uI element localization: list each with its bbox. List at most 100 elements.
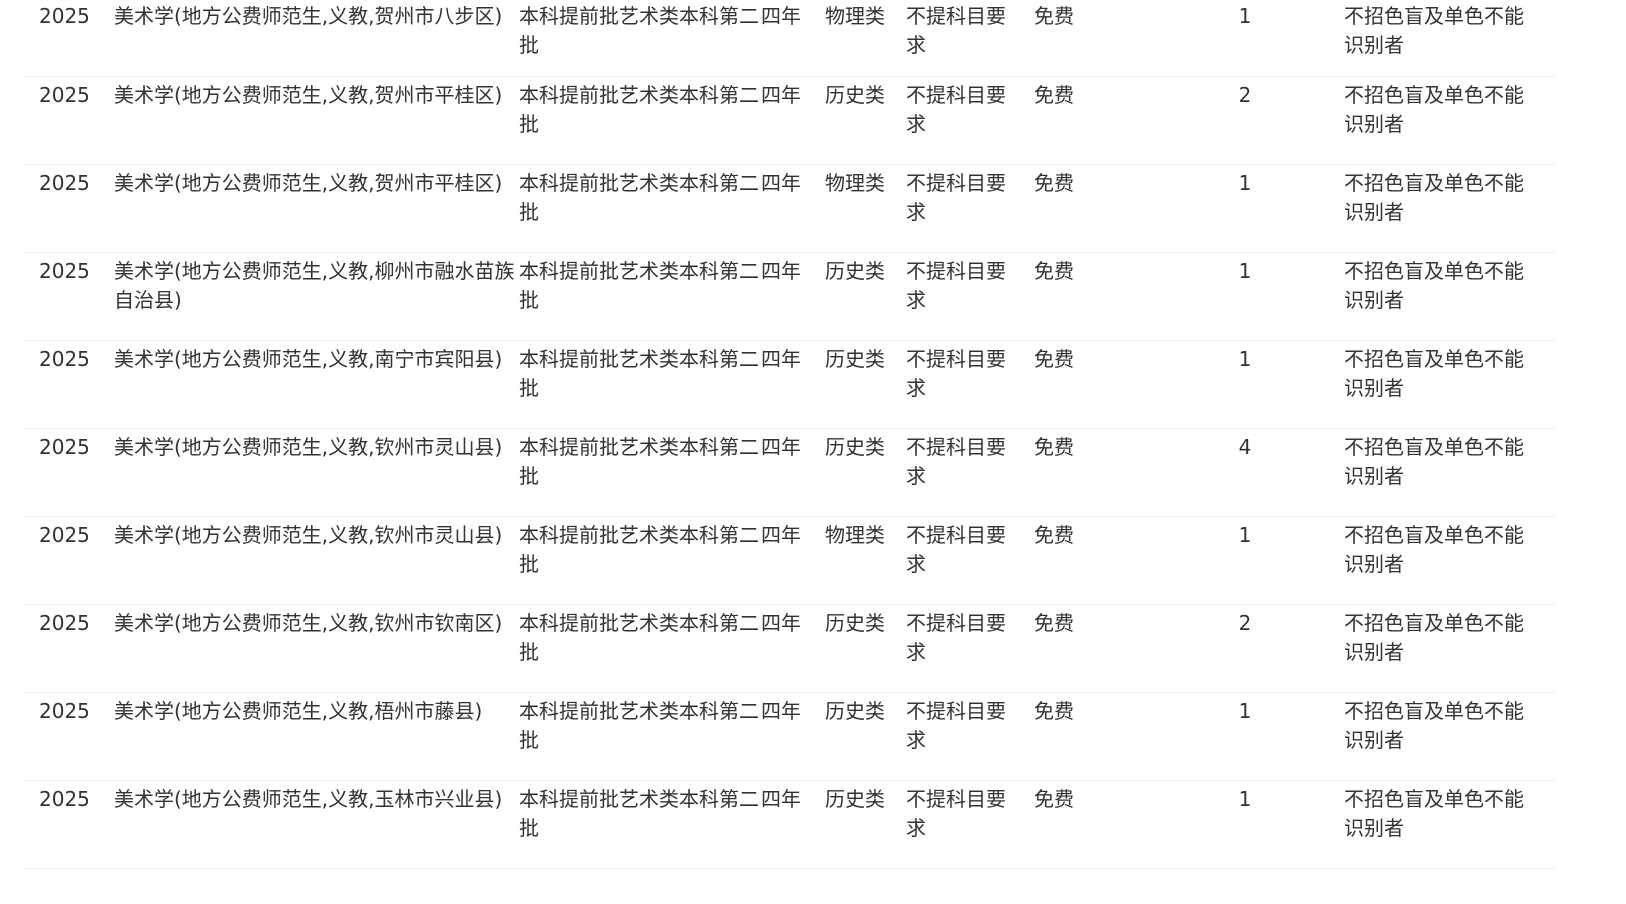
fee-cell: 免费: [1034, 698, 1074, 723]
subject-requirement-cell: 不提科目要求: [906, 82, 1006, 136]
duration-cell: 四年: [761, 258, 801, 283]
fee-cell: 免费: [1034, 170, 1074, 195]
table-row: 2025 美术学(地方公费师范生,义教,玉林市兴业县) 本科提前批艺术类本科第二…: [25, 780, 1556, 868]
subject-requirement-cell: 不提科目要求: [906, 258, 1006, 312]
subject-type-cell: 历史类: [825, 786, 885, 811]
subject-requirement-cell: 不提科目要求: [906, 522, 1006, 576]
note-cell: 不招色盲及单色不能识别者: [1344, 698, 1524, 752]
note-cell: 不招色盲及单色不能识别者: [1344, 82, 1524, 136]
subject-type-cell: 历史类: [825, 82, 885, 107]
subject-requirement-cell: 不提科目要求: [906, 4, 1006, 57]
admission-plan-table: 2025 美术学(地方公费师范生,义教,贺州市八步区) 本科提前批艺术类本科第二…: [25, 0, 1556, 869]
batch-cell: 本科提前批艺术类本科第二批: [519, 786, 759, 840]
year-cell: 2025: [39, 346, 90, 371]
table-row: 2025 美术学(地方公费师范生,义教,贺州市八步区) 本科提前批艺术类本科第二…: [25, 0, 1556, 76]
note-cell: 不招色盲及单色不能识别者: [1344, 610, 1524, 664]
fee-cell: 免费: [1034, 4, 1074, 28]
subject-type-cell: 物理类: [825, 170, 885, 195]
year-cell: 2025: [39, 82, 90, 107]
plan-count-cell: 2: [1238, 82, 1252, 107]
year-cell: 2025: [39, 170, 90, 195]
year-cell: 2025: [39, 258, 90, 283]
major-cell: 美术学(地方公费师范生,义教,贺州市平桂区): [114, 170, 503, 195]
subject-requirement-cell: 不提科目要求: [906, 786, 1006, 840]
fee-cell: 免费: [1034, 522, 1074, 547]
subject-requirement-cell: 不提科目要求: [906, 698, 1006, 752]
table-row: 2025 美术学(地方公费师范生,义教,钦州市钦南区) 本科提前批艺术类本科第二…: [25, 604, 1556, 692]
duration-cell: 四年: [761, 786, 801, 811]
year-cell: 2025: [39, 698, 90, 723]
duration-cell: 四年: [761, 698, 801, 723]
major-cell: 美术学(地方公费师范生,义教,贺州市平桂区): [114, 82, 503, 107]
table-row: 2025 美术学(地方公费师范生,义教,南宁市宾阳县) 本科提前批艺术类本科第二…: [25, 340, 1556, 428]
subject-type-cell: 历史类: [825, 698, 885, 723]
table-row: 2025 美术学(地方公费师范生,义教,贺州市平桂区) 本科提前批艺术类本科第二…: [25, 164, 1556, 252]
year-cell: 2025: [39, 434, 90, 459]
table-row: 2025 美术学(地方公费师范生,义教,钦州市灵山县) 本科提前批艺术类本科第二…: [25, 516, 1556, 604]
plan-count-cell: 1: [1238, 4, 1252, 28]
plan-count-cell: 1: [1238, 786, 1252, 811]
fee-cell: 免费: [1034, 346, 1074, 371]
subject-type-cell: 历史类: [825, 346, 885, 371]
batch-cell: 本科提前批艺术类本科第二批: [519, 346, 759, 400]
fee-cell: 免费: [1034, 82, 1074, 107]
batch-cell: 本科提前批艺术类本科第二批: [519, 434, 759, 488]
note-cell: 不招色盲及单色不能识别者: [1344, 786, 1524, 840]
fee-cell: 免费: [1034, 258, 1074, 283]
major-cell: 美术学(地方公费师范生,义教,柳州市融水苗族自治县): [114, 258, 515, 312]
plan-count-cell: 1: [1238, 258, 1252, 283]
major-cell: 美术学(地方公费师范生,义教,钦州市灵山县): [114, 434, 503, 459]
plan-count-cell: 2: [1238, 610, 1252, 635]
note-cell: 不招色盲及单色不能识别者: [1344, 346, 1524, 400]
table-row: 2025 美术学(地方公费师范生,义教,梧州市藤县) 本科提前批艺术类本科第二批…: [25, 692, 1556, 780]
note-cell: 不招色盲及单色不能识别者: [1344, 434, 1524, 488]
batch-cell: 本科提前批艺术类本科第二批: [519, 82, 759, 136]
year-cell: 2025: [39, 4, 90, 28]
table-row: 2025 美术学(地方公费师范生,义教,柳州市融水苗族自治县) 本科提前批艺术类…: [25, 252, 1556, 340]
major-cell: 美术学(地方公费师范生,义教,梧州市藤县): [114, 698, 483, 723]
duration-cell: 四年: [761, 170, 801, 195]
subject-requirement-cell: 不提科目要求: [906, 610, 1006, 664]
major-cell: 美术学(地方公费师范生,义教,南宁市宾阳县): [114, 346, 503, 371]
plan-count-cell: 1: [1238, 170, 1252, 195]
major-cell: 美术学(地方公费师范生,义教,贺州市八步区): [114, 4, 503, 28]
batch-cell: 本科提前批艺术类本科第二批: [519, 698, 759, 752]
admission-plan-table-container: 2025 美术学(地方公费师范生,义教,贺州市八步区) 本科提前批艺术类本科第二…: [25, 0, 1556, 869]
plan-count-cell: 1: [1238, 698, 1252, 723]
table-body: 2025 美术学(地方公费师范生,义教,贺州市八步区) 本科提前批艺术类本科第二…: [25, 0, 1556, 868]
duration-cell: 四年: [761, 434, 801, 459]
batch-cell: 本科提前批艺术类本科第二批: [519, 258, 759, 312]
subject-type-cell: 历史类: [825, 610, 885, 635]
plan-count-cell: 4: [1238, 434, 1252, 459]
batch-cell: 本科提前批艺术类本科第二批: [519, 610, 759, 664]
year-cell: 2025: [39, 522, 90, 547]
major-cell: 美术学(地方公费师范生,义教,钦州市灵山县): [114, 522, 503, 547]
batch-cell: 本科提前批艺术类本科第二批: [519, 170, 759, 224]
batch-cell: 本科提前批艺术类本科第二批: [519, 4, 759, 57]
fee-cell: 免费: [1034, 786, 1074, 811]
subject-requirement-cell: 不提科目要求: [906, 170, 1006, 224]
duration-cell: 四年: [761, 522, 801, 547]
subject-type-cell: 历史类: [825, 434, 885, 459]
major-cell: 美术学(地方公费师范生,义教,玉林市兴业县): [114, 786, 503, 811]
subject-requirement-cell: 不提科目要求: [906, 346, 1006, 400]
note-cell: 不招色盲及单色不能识别者: [1344, 4, 1524, 57]
duration-cell: 四年: [761, 4, 801, 28]
batch-cell: 本科提前批艺术类本科第二批: [519, 522, 759, 576]
note-cell: 不招色盲及单色不能识别者: [1344, 522, 1524, 576]
subject-type-cell: 物理类: [825, 4, 885, 28]
duration-cell: 四年: [761, 610, 801, 635]
plan-count-cell: 1: [1238, 522, 1252, 547]
duration-cell: 四年: [761, 82, 801, 107]
plan-count-cell: 1: [1238, 346, 1252, 371]
subject-type-cell: 物理类: [825, 522, 885, 547]
note-cell: 不招色盲及单色不能识别者: [1344, 170, 1524, 224]
note-cell: 不招色盲及单色不能识别者: [1344, 258, 1524, 312]
fee-cell: 免费: [1034, 434, 1074, 459]
table-row: 2025 美术学(地方公费师范生,义教,贺州市平桂区) 本科提前批艺术类本科第二…: [25, 76, 1556, 164]
duration-cell: 四年: [761, 346, 801, 371]
table-row: 2025 美术学(地方公费师范生,义教,钦州市灵山县) 本科提前批艺术类本科第二…: [25, 428, 1556, 516]
year-cell: 2025: [39, 786, 90, 811]
fee-cell: 免费: [1034, 610, 1074, 635]
subject-type-cell: 历史类: [825, 258, 885, 283]
